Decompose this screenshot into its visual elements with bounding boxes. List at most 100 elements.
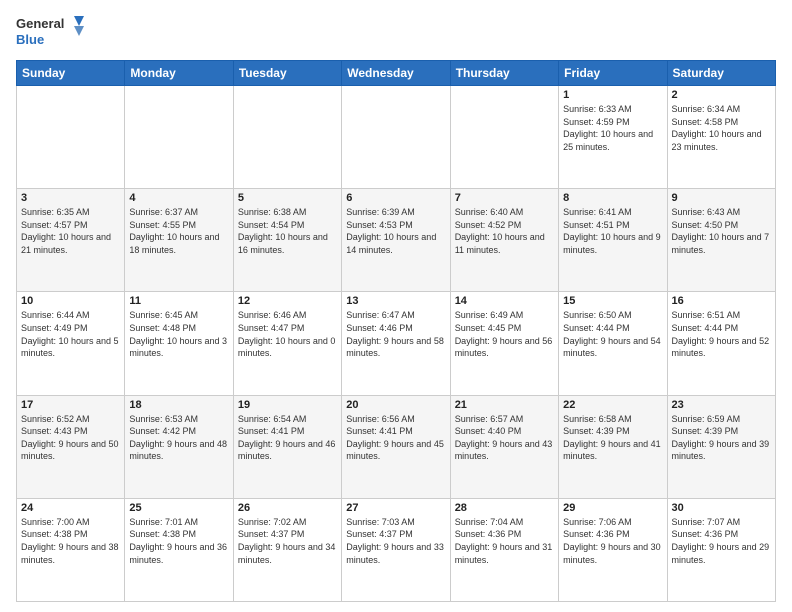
day-number: 7 bbox=[455, 192, 554, 204]
calendar-cell bbox=[450, 86, 558, 189]
calendar-cell: 10Sunrise: 6:44 AM Sunset: 4:49 PM Dayli… bbox=[17, 292, 125, 395]
day-info: Sunrise: 6:45 AM Sunset: 4:48 PM Dayligh… bbox=[129, 309, 228, 359]
day-number: 20 bbox=[346, 399, 445, 411]
day-number: 29 bbox=[563, 502, 662, 514]
calendar-cell: 21 Sunrise: 6:57 AM Sunset: 4:40 PM Dayli… bbox=[450, 395, 558, 498]
day-info: Sunrise: 6:46 AM Sunset: 4:47 PM Dayligh… bbox=[238, 309, 337, 359]
weekday-header-wednesday: Wednesday bbox=[342, 61, 450, 86]
calendar-cell: 20 Sunrise: 6:56 AM Sunset: 4:41 PM Dayli… bbox=[342, 395, 450, 498]
calendar-cell: 15 Sunrise: 6:50 AM Sunset: 4:44 PM Dayli… bbox=[559, 292, 667, 395]
day-number: 6 bbox=[346, 192, 445, 204]
day-number: 13 bbox=[346, 295, 445, 307]
calendar-cell: 26 Sunrise: 7:02 AM Sunset: 4:37 PM Dayli… bbox=[233, 498, 341, 601]
calendar-cell: 7 Sunrise: 6:40 AM Sunset: 4:52 PM Daylig… bbox=[450, 189, 558, 292]
weekday-header-tuesday: Tuesday bbox=[233, 61, 341, 86]
day-number: 30 bbox=[672, 502, 771, 514]
day-number: 17 bbox=[21, 399, 120, 411]
day-number: 18 bbox=[129, 399, 228, 411]
calendar-cell: 27Sunrise: 7:03 AM Sunset: 4:37 PM Dayli… bbox=[342, 498, 450, 601]
calendar-cell: 28 Sunrise: 7:04 AM Sunset: 4:36 PM Dayli… bbox=[450, 498, 558, 601]
day-info: Sunrise: 6:38 AM Sunset: 4:54 PM Dayligh… bbox=[238, 206, 337, 256]
day-number: 12 bbox=[238, 295, 337, 307]
calendar-cell: 6 Sunrise: 6:39 AM Sunset: 4:53 PM Daylig… bbox=[342, 189, 450, 292]
calendar-week-3: 10Sunrise: 6:44 AM Sunset: 4:49 PM Dayli… bbox=[17, 292, 776, 395]
day-number: 15 bbox=[563, 295, 662, 307]
day-info: Sunrise: 7:02 AM Sunset: 4:37 PM Dayligh… bbox=[238, 516, 337, 566]
weekday-header-monday: Monday bbox=[125, 61, 233, 86]
day-info: Sunrise: 7:07 AM Sunset: 4:36 PM Dayligh… bbox=[672, 516, 771, 566]
calendar-cell bbox=[125, 86, 233, 189]
day-number: 26 bbox=[238, 502, 337, 514]
calendar-cell bbox=[17, 86, 125, 189]
day-info: Sunrise: 6:51 AM Sunset: 4:44 PM Dayligh… bbox=[672, 309, 771, 359]
page: General Blue SundayMondayTuesdayWednesda… bbox=[0, 0, 792, 612]
day-number: 16 bbox=[672, 295, 771, 307]
header: General Blue bbox=[16, 12, 776, 52]
day-info: Sunrise: 7:06 AM Sunset: 4:36 PM Dayligh… bbox=[563, 516, 662, 566]
calendar-cell: 13 Sunrise: 6:47 AM Sunset: 4:46 PM Dayli… bbox=[342, 292, 450, 395]
day-info: Sunrise: 6:33 AM Sunset: 4:59 PM Dayligh… bbox=[563, 103, 662, 153]
day-info: Sunrise: 6:41 AM Sunset: 4:51 PM Dayligh… bbox=[563, 206, 662, 256]
calendar-cell bbox=[233, 86, 341, 189]
day-number: 19 bbox=[238, 399, 337, 411]
day-info: Sunrise: 6:43 AM Sunset: 4:50 PM Dayligh… bbox=[672, 206, 771, 256]
weekday-header-friday: Friday bbox=[559, 61, 667, 86]
weekday-header-row: SundayMondayTuesdayWednesdayThursdayFrid… bbox=[17, 61, 776, 86]
calendar-cell: 29 Sunrise: 7:06 AM Sunset: 4:36 PM Dayli… bbox=[559, 498, 667, 601]
day-number: 28 bbox=[455, 502, 554, 514]
day-info: Sunrise: 7:00 AM Sunset: 4:38 PM Dayligh… bbox=[21, 516, 120, 566]
day-info: Sunrise: 7:01 AM Sunset: 4:38 PM Dayligh… bbox=[129, 516, 228, 566]
calendar-table: SundayMondayTuesdayWednesdayThursdayFrid… bbox=[16, 60, 776, 602]
day-number: 22 bbox=[563, 399, 662, 411]
day-number: 25 bbox=[129, 502, 228, 514]
day-number: 3 bbox=[21, 192, 120, 204]
day-info: Sunrise: 7:04 AM Sunset: 4:36 PM Dayligh… bbox=[455, 516, 554, 566]
day-info: Sunrise: 6:39 AM Sunset: 4:53 PM Dayligh… bbox=[346, 206, 445, 256]
calendar-cell: 30 Sunrise: 7:07 AM Sunset: 4:36 PM Dayli… bbox=[667, 498, 775, 601]
day-info: Sunrise: 6:50 AM Sunset: 4:44 PM Dayligh… bbox=[563, 309, 662, 359]
day-info: Sunrise: 6:58 AM Sunset: 4:39 PM Dayligh… bbox=[563, 413, 662, 463]
calendar-cell: 25 Sunrise: 7:01 AM Sunset: 4:38 PM Dayli… bbox=[125, 498, 233, 601]
calendar-cell: 12 Sunrise: 6:46 AM Sunset: 4:47 PM Dayli… bbox=[233, 292, 341, 395]
day-info: Sunrise: 6:40 AM Sunset: 4:52 PM Dayligh… bbox=[455, 206, 554, 256]
calendar-cell: 4 Sunrise: 6:37 AM Sunset: 4:55 PM Daylig… bbox=[125, 189, 233, 292]
day-info: Sunrise: 6:49 AM Sunset: 4:45 PM Dayligh… bbox=[455, 309, 554, 359]
calendar-week-1: 1Sunrise: 6:33 AM Sunset: 4:59 PM Daylig… bbox=[17, 86, 776, 189]
calendar-cell: 11Sunrise: 6:45 AM Sunset: 4:48 PM Dayli… bbox=[125, 292, 233, 395]
day-info: Sunrise: 6:57 AM Sunset: 4:40 PM Dayligh… bbox=[455, 413, 554, 463]
calendar-cell: 24 Sunrise: 7:00 AM Sunset: 4:38 PM Dayli… bbox=[17, 498, 125, 601]
day-number: 5 bbox=[238, 192, 337, 204]
calendar-week-4: 17 Sunrise: 6:52 AM Sunset: 4:43 PM Dayli… bbox=[17, 395, 776, 498]
day-number: 23 bbox=[672, 399, 771, 411]
svg-text:Blue: Blue bbox=[16, 32, 44, 47]
weekday-header-thursday: Thursday bbox=[450, 61, 558, 86]
day-number: 21 bbox=[455, 399, 554, 411]
day-info: Sunrise: 6:47 AM Sunset: 4:46 PM Dayligh… bbox=[346, 309, 445, 359]
day-number: 9 bbox=[672, 192, 771, 204]
day-info: Sunrise: 6:34 AM Sunset: 4:58 PM Dayligh… bbox=[672, 103, 771, 153]
weekday-header-sunday: Sunday bbox=[17, 61, 125, 86]
day-number: 10 bbox=[21, 295, 120, 307]
logo-svg: General Blue bbox=[16, 12, 86, 52]
weekday-header-saturday: Saturday bbox=[667, 61, 775, 86]
day-info: Sunrise: 6:35 AM Sunset: 4:57 PM Dayligh… bbox=[21, 206, 120, 256]
calendar-week-2: 3 Sunrise: 6:35 AM Sunset: 4:57 PM Daylig… bbox=[17, 189, 776, 292]
day-number: 2 bbox=[672, 89, 771, 101]
day-number: 4 bbox=[129, 192, 228, 204]
calendar-cell: 5 Sunrise: 6:38 AM Sunset: 4:54 PM Daylig… bbox=[233, 189, 341, 292]
day-info: Sunrise: 6:37 AM Sunset: 4:55 PM Dayligh… bbox=[129, 206, 228, 256]
day-info: Sunrise: 6:54 AM Sunset: 4:41 PM Dayligh… bbox=[238, 413, 337, 463]
svg-text:General: General bbox=[16, 16, 64, 31]
calendar-cell: 16 Sunrise: 6:51 AM Sunset: 4:44 PM Dayli… bbox=[667, 292, 775, 395]
calendar-cell bbox=[342, 86, 450, 189]
calendar-cell: 19 Sunrise: 6:54 AM Sunset: 4:41 PM Dayli… bbox=[233, 395, 341, 498]
calendar-cell: 18 Sunrise: 6:53 AM Sunset: 4:42 PM Dayli… bbox=[125, 395, 233, 498]
day-info: Sunrise: 6:53 AM Sunset: 4:42 PM Dayligh… bbox=[129, 413, 228, 463]
day-number: 14 bbox=[455, 295, 554, 307]
day-info: Sunrise: 6:52 AM Sunset: 4:43 PM Dayligh… bbox=[21, 413, 120, 463]
day-number: 24 bbox=[21, 502, 120, 514]
day-info: Sunrise: 6:56 AM Sunset: 4:41 PM Dayligh… bbox=[346, 413, 445, 463]
day-info: Sunrise: 6:59 AM Sunset: 4:39 PM Dayligh… bbox=[672, 413, 771, 463]
day-info: Sunrise: 7:03 AM Sunset: 4:37 PM Dayligh… bbox=[346, 516, 445, 566]
day-number: 8 bbox=[563, 192, 662, 204]
